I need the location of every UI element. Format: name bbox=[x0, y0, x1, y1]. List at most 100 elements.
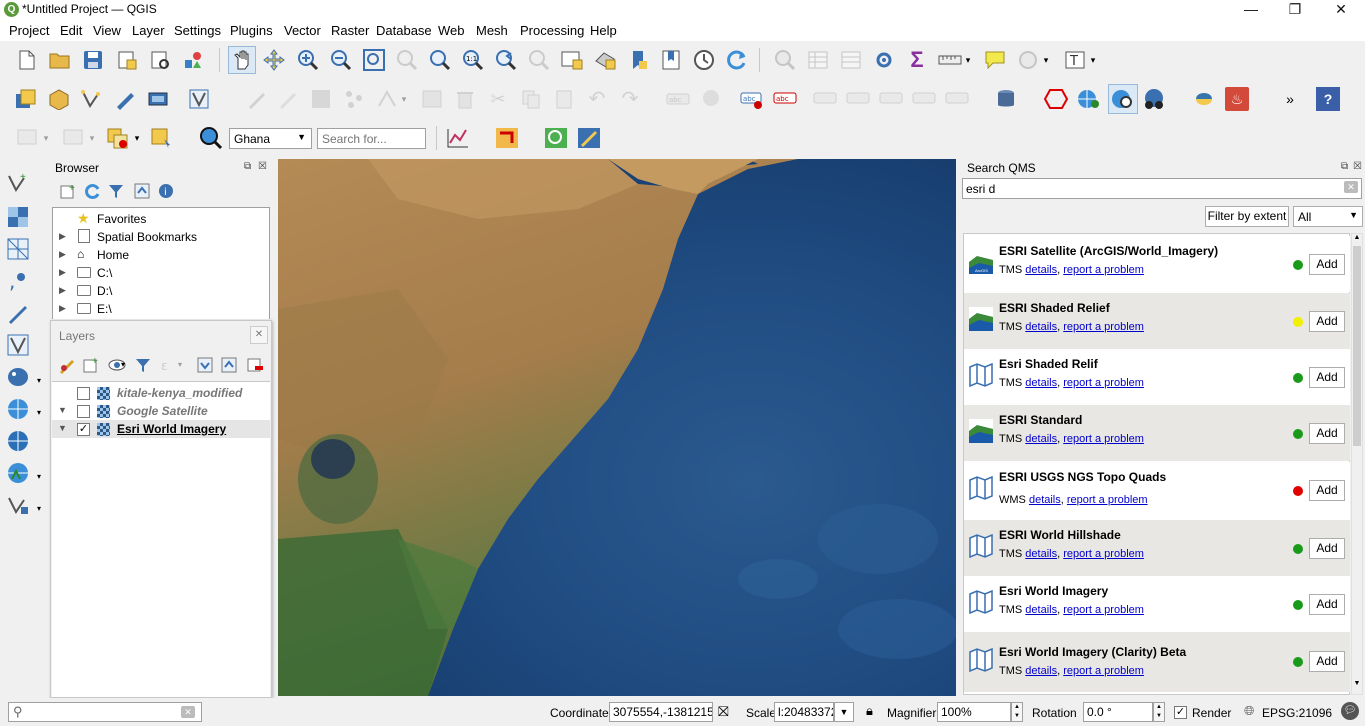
copy-features-icon[interactable] bbox=[519, 87, 543, 111]
new-print-layout-icon[interactable] bbox=[115, 48, 139, 72]
save-project-icon[interactable] bbox=[81, 48, 105, 72]
add-wfs-icon[interactable] bbox=[6, 429, 30, 453]
zoom-full-icon[interactable] bbox=[362, 48, 386, 72]
add-button[interactable]: Add bbox=[1309, 594, 1345, 615]
cut-features-icon[interactable]: ✂ bbox=[486, 87, 510, 111]
zoom-native-icon[interactable]: 1:1 bbox=[461, 48, 485, 72]
add-button[interactable]: Add bbox=[1309, 311, 1345, 332]
add-button[interactable]: Add bbox=[1309, 367, 1345, 388]
move-label-icon[interactable] bbox=[912, 87, 936, 111]
pan-to-selection-icon[interactable] bbox=[262, 48, 286, 72]
layer-visibility-checkbox[interactable]: ✓ bbox=[77, 423, 90, 436]
new-geopackage-layer-icon[interactable] bbox=[48, 87, 72, 111]
chevron-right-icon[interactable]: ▶ bbox=[59, 249, 66, 260]
country-select[interactable]: Ghana ▼ bbox=[229, 128, 312, 149]
zoom-last-icon[interactable] bbox=[494, 48, 518, 72]
report-problem-link[interactable]: report a problem bbox=[1063, 377, 1144, 389]
close-button[interactable]: ✕ bbox=[1318, 0, 1364, 20]
scrollbar-thumb[interactable] bbox=[1353, 246, 1361, 446]
help-icon[interactable]: ? bbox=[1316, 87, 1340, 111]
add-postgis-icon[interactable] bbox=[6, 365, 30, 389]
layer-styling-icon[interactable] bbox=[55, 353, 79, 377]
menu-processing[interactable]: Processing bbox=[520, 23, 584, 38]
coordinate-toggle-icon[interactable]: ⛝ bbox=[718, 703, 729, 720]
menu-view[interactable]: View bbox=[93, 23, 121, 38]
clear-locator-icon[interactable]: ✕ bbox=[181, 706, 195, 718]
qms-scrollbar[interactable]: ▲ ▼ bbox=[1351, 233, 1363, 695]
select-dropdown-icon[interactable]: ▾ bbox=[40, 126, 52, 150]
scroll-up-icon[interactable]: ▲ bbox=[1352, 234, 1362, 246]
browser-float-button[interactable]: ⧉ bbox=[244, 161, 251, 172]
filter-browser-icon[interactable] bbox=[104, 179, 128, 203]
zoom-to-layer-icon[interactable] bbox=[428, 48, 452, 72]
open-attribute-table-icon[interactable] bbox=[806, 48, 830, 72]
add-spatialite-icon[interactable] bbox=[6, 301, 30, 325]
place-search-input[interactable] bbox=[317, 128, 426, 149]
themes-dropdown-icon[interactable]: ▾ bbox=[118, 353, 128, 377]
select-value-dropdown-icon[interactable]: ▾ bbox=[86, 126, 98, 150]
menu-database[interactable]: Database bbox=[376, 23, 432, 38]
clear-search-icon[interactable]: ✕ bbox=[1344, 181, 1358, 193]
show-layout-manager-icon[interactable] bbox=[148, 48, 172, 72]
zoom-next-icon[interactable] bbox=[527, 48, 551, 72]
measure-dropdown-icon[interactable]: ▾ bbox=[962, 48, 974, 72]
map-tips-icon[interactable] bbox=[983, 48, 1007, 72]
lock-icon[interactable]: 🔒︎ bbox=[866, 703, 873, 719]
geocoding-icon[interactable] bbox=[1077, 87, 1101, 111]
qms-filter-select[interactable]: All ▼ bbox=[1293, 206, 1363, 227]
select-features-icon[interactable] bbox=[839, 48, 863, 72]
select-by-area-icon[interactable] bbox=[16, 126, 40, 150]
plugin-line-icon[interactable] bbox=[495, 126, 519, 150]
add-wms-icon[interactable] bbox=[6, 397, 30, 421]
pan-map-icon[interactable] bbox=[228, 46, 256, 74]
rotation-spinner[interactable]: ▲ ▼ bbox=[1153, 702, 1165, 722]
scale-field[interactable]: l:20483372 bbox=[774, 702, 834, 722]
new-3d-map-view-icon[interactable] bbox=[593, 48, 617, 72]
delete-selected-icon[interactable] bbox=[453, 87, 477, 111]
pin-unpin-labels-icon[interactable] bbox=[846, 87, 870, 111]
menu-edit[interactable]: Edit bbox=[60, 23, 82, 38]
qms-float-button[interactable]: ⧉ bbox=[1341, 161, 1348, 172]
browser-item-spatial-bookmarks[interactable]: ▶ Spatial Bookmarks bbox=[53, 228, 269, 246]
paste-features-icon[interactable] bbox=[552, 87, 576, 111]
select-by-location-icon[interactable] bbox=[150, 126, 174, 150]
add-mesh-layer-icon[interactable] bbox=[6, 237, 30, 261]
layer-labeling-icon[interactable]: abc bbox=[740, 87, 764, 111]
browser-item-e-drive[interactable]: ▶ E:\ bbox=[53, 300, 269, 318]
crs-globe-icon[interactable]: 🌐︎ bbox=[1244, 703, 1254, 719]
menu-raster[interactable]: Raster bbox=[331, 23, 369, 38]
new-temporary-layer-icon[interactable] bbox=[147, 87, 171, 111]
filter-by-extent-button[interactable]: Filter by extent bbox=[1205, 206, 1289, 227]
toggle-editing-icon[interactable] bbox=[276, 87, 300, 111]
redo-icon[interactable]: ↷ bbox=[618, 87, 642, 111]
details-link[interactable]: details bbox=[1025, 665, 1057, 677]
menu-plugins[interactable]: Plugins bbox=[230, 23, 273, 38]
spatial-query-dropdown-icon[interactable]: ▾ bbox=[1040, 48, 1052, 72]
diagram-toolbar-icon[interactable] bbox=[700, 87, 724, 111]
layer-item-kitale[interactable]: kitale-kenya_modified bbox=[52, 384, 270, 402]
add-virtual-layer-icon[interactable] bbox=[6, 333, 30, 357]
add-button[interactable]: Add bbox=[1309, 423, 1345, 444]
wms-dropdown-icon[interactable]: ▾ bbox=[34, 401, 44, 425]
save-layer-edits-icon[interactable] bbox=[309, 87, 333, 111]
minimize-button[interactable]: — bbox=[1228, 0, 1274, 20]
new-shapefile-layer-icon[interactable] bbox=[81, 87, 105, 111]
expression-dropdown-icon[interactable]: ▾ bbox=[175, 353, 185, 377]
select-by-value-icon[interactable] bbox=[62, 126, 86, 150]
rotation-field[interactable]: 0.0 ° bbox=[1083, 702, 1153, 722]
report-problem-link[interactable]: report a problem bbox=[1063, 604, 1144, 616]
data-source-manager-icon[interactable] bbox=[15, 87, 39, 111]
new-spatialite-layer-icon[interactable] bbox=[114, 87, 138, 111]
menu-vector[interactable]: Vector bbox=[284, 23, 321, 38]
chevron-down-icon[interactable]: ▼ bbox=[58, 405, 67, 415]
deselect-all-icon[interactable] bbox=[106, 126, 130, 150]
refresh-icon[interactable] bbox=[725, 48, 749, 72]
vector-tile-dropdown-icon[interactable]: ▾ bbox=[34, 497, 44, 521]
new-bookmark-icon[interactable] bbox=[626, 48, 650, 72]
statistical-summary-icon[interactable]: Σ bbox=[905, 48, 929, 72]
report-problem-link[interactable]: report a problem bbox=[1063, 264, 1144, 276]
render-checkbox[interactable]: ✓ bbox=[1174, 706, 1187, 719]
vertex-tool-icon[interactable] bbox=[375, 87, 399, 111]
menu-settings[interactable]: Settings bbox=[174, 23, 221, 38]
details-link[interactable]: details bbox=[1025, 604, 1057, 616]
